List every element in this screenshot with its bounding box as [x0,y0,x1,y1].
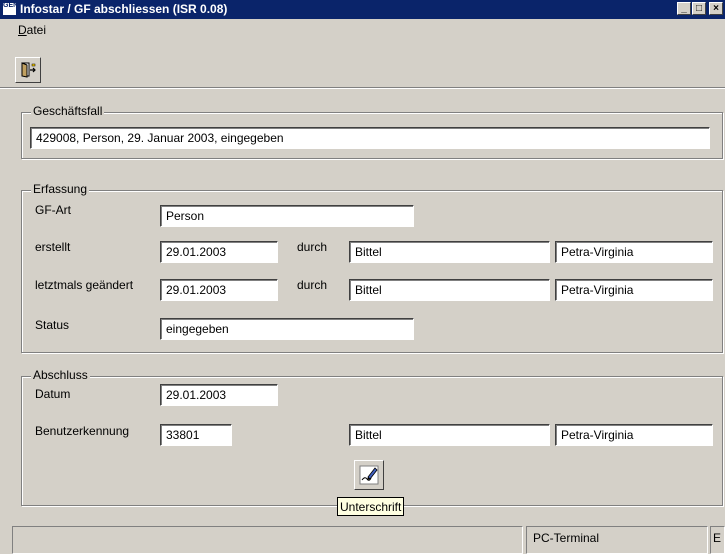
toolbar-separator-highlight [0,88,725,89]
abschluss-lastname-field[interactable]: Bittel [349,424,550,446]
geaendert-firstname-field[interactable]: Petra-Virginia [555,279,713,301]
window-title: Infostar / GF abschliessen (ISR 0.08) [20,2,228,16]
gf-art-field[interactable]: Person [160,205,414,227]
erstellt-lastname-field[interactable]: Bittel [349,241,550,263]
erstellt-date-field[interactable]: 29.01.2003 [160,241,278,263]
status-main-panel [12,526,523,554]
geschaeftsfall-field[interactable]: 429008, Person, 29. Januar 2003, eingege… [30,127,710,149]
gf-art-label: GF-Art [35,203,71,217]
erstellt-durch-label: durch [297,240,328,254]
geaendert-date-field[interactable]: 29.01.2003 [160,279,278,301]
minimize-button[interactable]: _ [677,2,691,15]
benutzerkennung-field[interactable]: 33801 [160,424,232,446]
abschluss-firstname-field[interactable]: Petra-Virginia [555,424,713,446]
status-mode-panel: E [710,526,725,554]
status-terminal-panel: PC-Terminal [526,526,708,554]
geaendert-lastname-field[interactable]: Bittel [349,279,550,301]
title-bar: GEN Infostar / GF abschliessen (ISR 0.08… [0,0,725,19]
signature-button[interactable] [354,460,384,490]
datum-field[interactable]: 29.01.2003 [160,384,278,406]
geaendert-durch-label: durch [297,278,328,292]
close-button[interactable]: × [709,2,723,15]
signature-tooltip: Unterschrift [337,497,405,516]
exit-door-icon [21,62,36,78]
abschluss-group-title: Abschluss [31,368,90,382]
status-field[interactable]: eingegeben [160,318,414,340]
menu-bar: Datei [0,20,725,38]
benutzerkennung-label: Benutzerkennung [35,424,130,438]
geschaeftsfall-group-title: Geschäftsfall [31,104,105,118]
erstellt-firstname-field[interactable]: Petra-Virginia [555,241,713,263]
geaendert-label: letztmals geändert [35,278,134,292]
signature-pen-icon [359,465,379,485]
status-label: Status [35,318,70,332]
menu-datei-mnemonic: D [18,23,27,37]
exit-button[interactable] [15,57,41,83]
maximize-button[interactable]: □ [692,2,706,15]
erstellt-label: erstellt [35,240,71,254]
datum-label: Datum [35,387,71,401]
menu-datei-label: atei [26,23,47,37]
menu-datei[interactable]: Datei [18,23,46,37]
app-icon: GEN [3,2,18,15]
erfassung-group-title: Erfassung [31,182,90,196]
